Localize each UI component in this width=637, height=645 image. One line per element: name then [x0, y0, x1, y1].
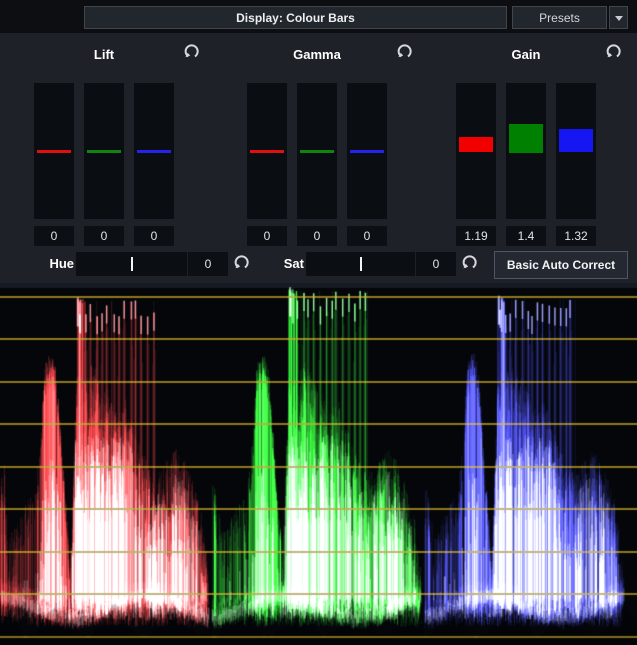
reset-icon	[183, 43, 200, 60]
gamma-green-value[interactable]: 0	[297, 226, 337, 246]
sat-slider[interactable]	[306, 252, 415, 276]
gamma-red-slider[interactable]	[247, 83, 287, 219]
hue-reset-button[interactable]	[231, 254, 251, 274]
sat-slider-handle[interactable]	[360, 257, 362, 271]
gain-red-slider[interactable]	[456, 83, 496, 219]
gamma-green-handle[interactable]	[300, 150, 334, 153]
basic-auto-correct-button[interactable]: Basic Auto Correct	[494, 251, 628, 279]
sat-reset-button[interactable]	[459, 254, 479, 274]
lift-blue-handle[interactable]	[137, 150, 171, 153]
gain-group: Gain 1.19 1.4 1.32	[456, 41, 622, 251]
lift-red-slider[interactable]	[34, 83, 74, 219]
gain-blue-slider[interactable]	[556, 83, 596, 219]
gain-green-slider[interactable]	[506, 83, 546, 219]
display-button[interactable]: Display: Colour Bars	[84, 6, 507, 29]
gamma-reset-button[interactable]	[394, 43, 414, 63]
presets-button[interactable]: Presets	[512, 6, 607, 29]
colour-correction-panel: Display: Colour Bars Presets Lift 0 0 0 …	[0, 0, 637, 645]
lift-green-value[interactable]: 0	[84, 226, 124, 246]
lift-group: Lift 0 0 0	[34, 41, 200, 251]
gain-blue-value[interactable]: 1.32	[556, 226, 596, 246]
hue-slider-handle[interactable]	[131, 257, 133, 271]
gain-blue-handle[interactable]	[559, 129, 593, 152]
gamma-blue-handle[interactable]	[350, 150, 384, 153]
sat-label: Sat	[278, 256, 304, 271]
lift-red-value[interactable]: 0	[34, 226, 74, 246]
reset-icon	[605, 43, 622, 60]
sat-value[interactable]: 0	[416, 252, 456, 276]
gamma-blue-value[interactable]: 0	[347, 226, 387, 246]
chevron-down-icon	[615, 16, 623, 21]
gain-red-handle[interactable]	[459, 137, 493, 152]
gain-reset-button[interactable]	[603, 43, 623, 63]
gamma-red-value[interactable]: 0	[247, 226, 287, 246]
lift-reset-button[interactable]	[181, 43, 201, 63]
reset-icon	[396, 43, 413, 60]
hue-slider[interactable]	[76, 252, 187, 276]
lift-red-handle[interactable]	[37, 150, 71, 153]
lift-blue-slider[interactable]	[134, 83, 174, 219]
lift-blue-value[interactable]: 0	[134, 226, 174, 246]
reset-icon	[233, 254, 250, 271]
gamma-blue-slider[interactable]	[347, 83, 387, 219]
lift-green-slider[interactable]	[84, 83, 124, 219]
top-bar: Display: Colour Bars Presets	[0, 0, 637, 33]
lift-label: Lift	[34, 47, 174, 62]
gamma-label: Gamma	[247, 47, 387, 62]
lift-green-handle[interactable]	[87, 150, 121, 153]
hue-label: Hue	[46, 256, 74, 271]
gamma-green-slider[interactable]	[297, 83, 337, 219]
gain-label: Gain	[456, 47, 596, 62]
presets-dropdown-button[interactable]	[609, 6, 628, 29]
gain-green-handle[interactable]	[509, 124, 543, 153]
hue-value[interactable]: 0	[188, 252, 228, 276]
gamma-red-handle[interactable]	[250, 150, 284, 153]
gamma-group: Gamma 0 0 0	[247, 41, 413, 251]
gain-green-value[interactable]: 1.4	[506, 226, 546, 246]
reset-icon	[461, 254, 478, 271]
rgb-parade-scope	[0, 283, 637, 645]
gain-red-value[interactable]: 1.19	[456, 226, 496, 246]
controls-panel: Lift 0 0 0 Gamma 0 0 0 Gain	[0, 33, 637, 283]
